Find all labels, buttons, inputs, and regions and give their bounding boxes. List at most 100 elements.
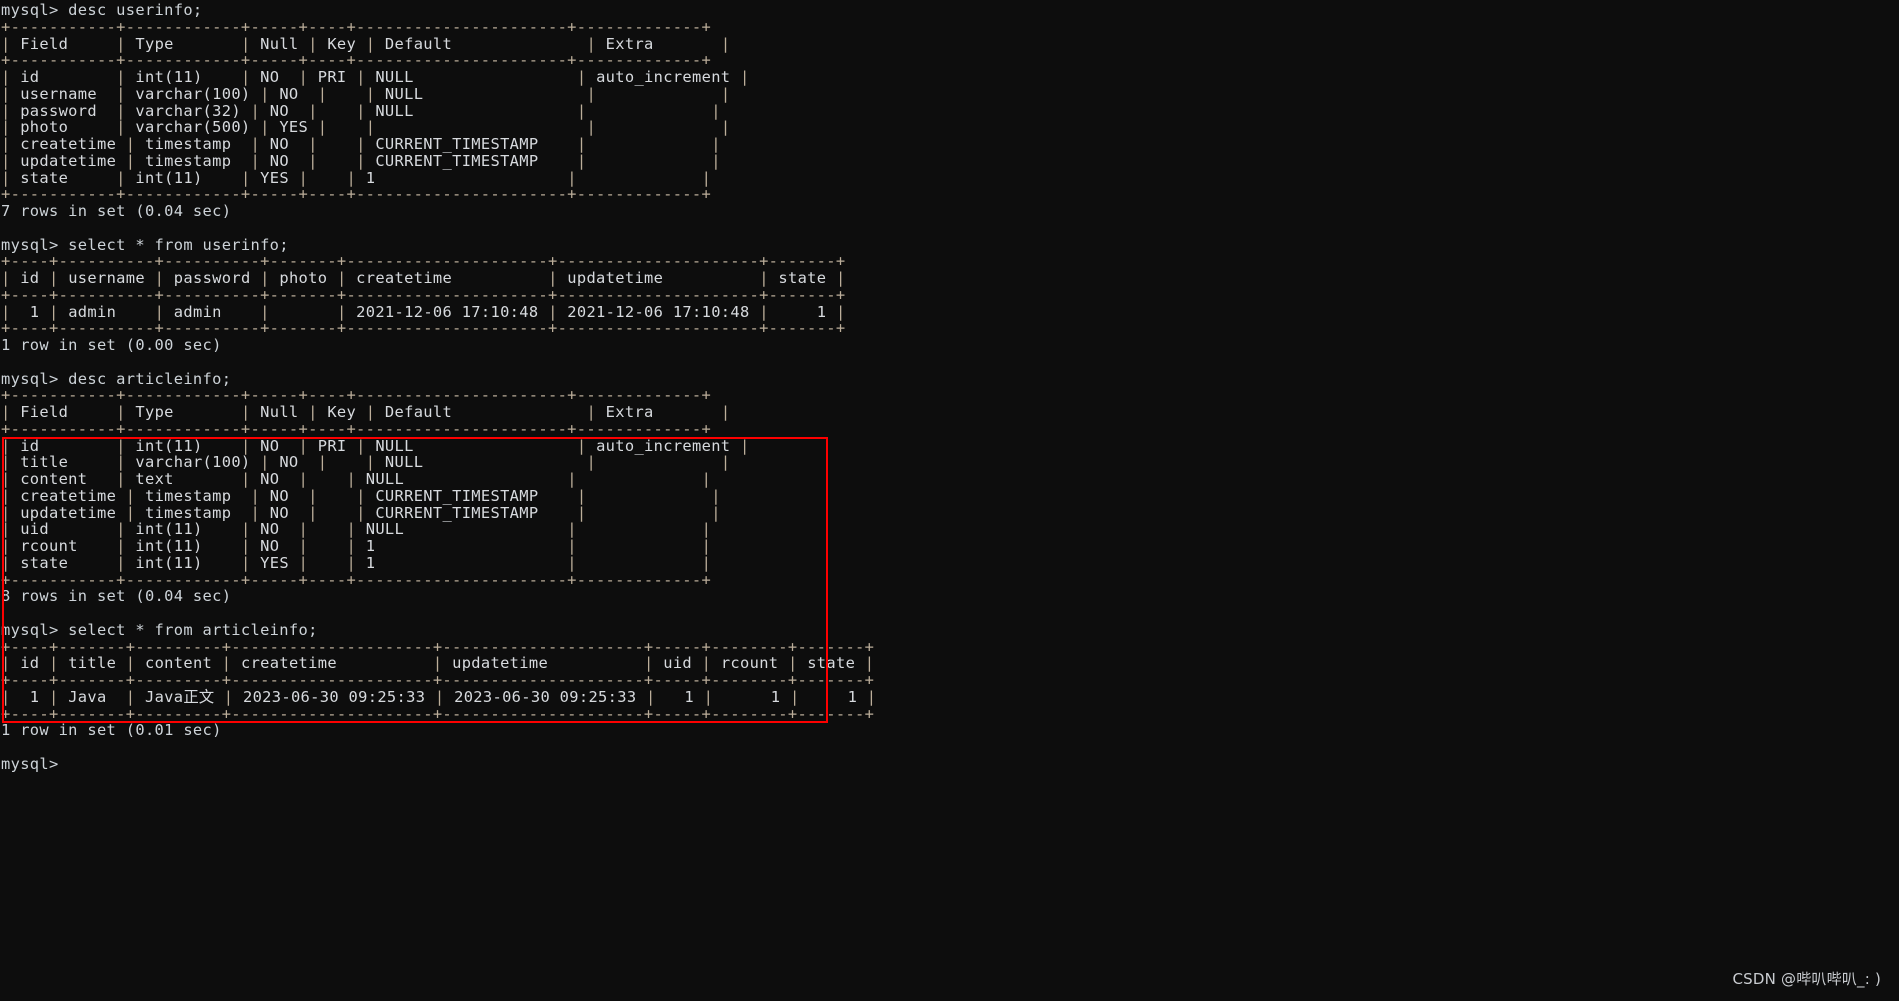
mysql-prompt: mysql>	[1, 235, 69, 254]
table-row: | 1 | admin | admin | | 2021-12-06 17:10…	[1, 302, 876, 321]
column-separator: |	[567, 520, 577, 539]
column-separator: |	[740, 436, 750, 455]
terminal-output[interactable]: mysql> desc userinfo; +-----------+------…	[0, 0, 876, 773]
column-separator: |	[759, 302, 769, 321]
result-status: 1 row in set (0.00 sec)	[1, 336, 222, 354]
table-cell	[375, 118, 586, 136]
column-separator: |	[720, 118, 731, 137]
table-cell: updatetime	[557, 269, 760, 287]
table-cell	[318, 487, 356, 505]
column-separator: |	[365, 403, 376, 421]
column-separator: |	[644, 654, 654, 673]
final-prompt-line[interactable]: mysql>	[1, 755, 876, 773]
column-separator: |	[1, 537, 11, 555]
column-separator: |	[548, 269, 558, 287]
mysql-prompt: mysql>	[1, 620, 69, 639]
table-cell: title	[10, 453, 117, 472]
table-cell: NULL	[365, 101, 577, 120]
column-separator: |	[298, 168, 309, 187]
table-cell	[586, 504, 711, 522]
table-cell: NULL	[375, 453, 587, 472]
column-separator: |	[1, 168, 11, 187]
column-separator: |	[356, 101, 366, 120]
column-separator: |	[260, 453, 270, 472]
table-cell: int(11)	[125, 436, 241, 455]
column-separator: |	[1, 436, 11, 455]
column-separator: |	[116, 436, 126, 455]
table-cell: updatetime	[10, 503, 126, 522]
table-cell: Default	[375, 403, 587, 421]
table-cell: 1	[356, 168, 568, 187]
table-cell: NO	[269, 453, 318, 472]
column-separator: |	[1, 135, 11, 153]
column-separator: |	[567, 537, 577, 555]
column-separator: |	[125, 486, 136, 505]
column-separator: |	[116, 537, 126, 555]
table-cell: auto_increment	[586, 436, 741, 455]
table-cell	[577, 470, 702, 488]
mysql-prompt: mysql>	[1, 1, 69, 19]
column-separator: |	[346, 470, 357, 488]
column-separator: |	[298, 470, 309, 488]
table-cell	[596, 453, 721, 471]
column-separator: |	[1, 34, 11, 53]
table-cell	[586, 102, 711, 120]
column-separator: |	[586, 34, 597, 53]
table-cell: NULL	[356, 470, 568, 488]
column-separator: |	[308, 486, 318, 505]
command-line[interactable]: mysql> select * from userinfo;	[1, 235, 876, 254]
command-line[interactable]: mysql> desc userinfo;	[1, 2, 876, 19]
table-row: | createtime | timestamp | NO | | CURREN…	[1, 136, 876, 153]
table-cell	[327, 453, 365, 471]
column-separator: |	[240, 34, 251, 53]
column-separator: |	[720, 453, 731, 472]
column-separator: |	[701, 553, 712, 572]
table-cell: Field	[10, 34, 117, 53]
command-text: desc userinfo;	[68, 1, 203, 19]
column-separator: |	[1, 486, 11, 505]
table-row: | 1 | Java | Java正文 | 2023-06-30 09:25:3…	[1, 687, 876, 706]
table-cell: NO	[250, 537, 299, 555]
column-separator: |	[356, 135, 366, 153]
table-cell: rcount	[10, 537, 117, 555]
column-separator: |	[240, 553, 251, 572]
column-separator: |	[116, 453, 126, 472]
table-cell: varchar(500)	[125, 118, 261, 137]
table-cell	[586, 152, 711, 170]
command-line[interactable]: mysql> desc articleinfo;	[1, 369, 876, 388]
table-cell: NO	[250, 520, 299, 539]
column-separator: |	[116, 553, 126, 572]
table-header-rule: +----+----------+----------+-------+----…	[1, 285, 846, 304]
table-cell: NULL	[375, 84, 587, 103]
table-cell: updatetime	[10, 151, 126, 170]
table-top-rule: +-----------+------------+-----+----+---…	[1, 386, 712, 405]
table-header-rule: +-----------+------------+-----+----+---…	[1, 419, 712, 438]
column-separator: |	[1, 687, 11, 706]
table-cell: 1	[655, 687, 704, 706]
table-cell: Java	[58, 687, 126, 706]
table-cell	[308, 520, 346, 538]
command-line[interactable]: mysql> select * from articleinfo;	[1, 620, 876, 639]
table-bottom-rule: +-----------+------------+-----+----+---…	[1, 185, 712, 204]
column-separator: |	[240, 436, 251, 455]
table-cell: title	[58, 654, 126, 673]
column-separator: |	[788, 654, 798, 673]
column-separator: |	[49, 269, 59, 287]
table-cell: 1	[799, 687, 867, 706]
mysql-prompt: mysql>	[1, 369, 69, 388]
column-separator: |	[701, 537, 712, 555]
table-cell: content	[135, 654, 222, 673]
column-separator: |	[336, 269, 347, 287]
table-cell	[214, 688, 224, 706]
table-cell: createtime	[10, 135, 126, 153]
table-row: | title | varchar(100) | NO | | NULL | |	[1, 454, 876, 471]
table-cell	[577, 520, 702, 538]
table-cell	[577, 554, 702, 572]
table-cell: password	[164, 269, 261, 287]
table-cell: 2023-06-30 09:25:33	[233, 687, 435, 706]
column-separator: |	[567, 168, 577, 187]
table-cell: int(11)	[125, 168, 241, 187]
column-separator: |	[434, 687, 445, 706]
